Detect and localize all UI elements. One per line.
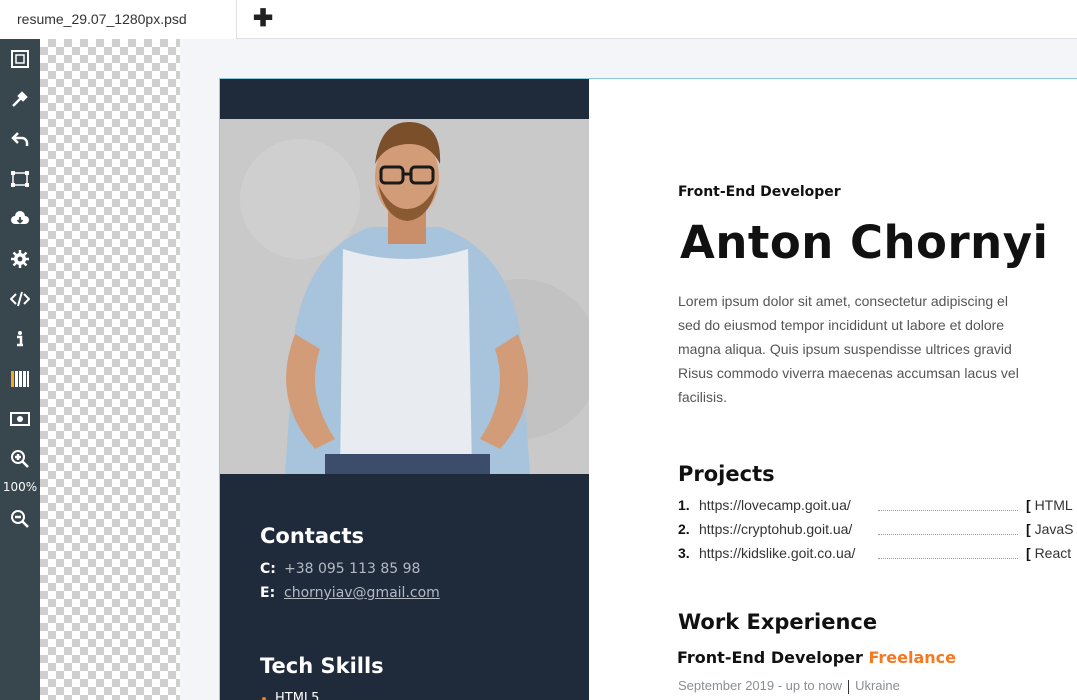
project-tech-label: React (1034, 545, 1072, 561)
project-number: 3. (678, 545, 690, 561)
job-meta: September 2019 - up to now Ukraine (678, 678, 900, 694)
project-url[interactable]: https://lovecamp.goit.ua/ (699, 497, 851, 513)
project-number: 2. (678, 521, 690, 537)
info-icon[interactable] (0, 319, 40, 359)
contact-email: E: chornyiav@gmail.com (260, 585, 440, 601)
transform-icon[interactable] (0, 159, 40, 199)
crop-frame-icon[interactable] (0, 39, 40, 79)
about-text: Lorem ipsum dolor sit amet, consectetur … (678, 289, 1077, 409)
project-tech-label: JavaS (1034, 521, 1074, 537)
code-icon[interactable] (0, 279, 40, 319)
document-tab[interactable]: resume_29.07_1280px.psd (0, 0, 237, 39)
about-line: magna aliqua. Quis ipsum suspendisse ult… (678, 341, 1012, 357)
dotted-leader (878, 510, 1018, 511)
job-company: Freelance (868, 648, 956, 667)
about-line: Lorem ipsum dolor sit amet, consectetur … (678, 293, 1008, 309)
job-heading: Front-End Developer Freelance (677, 648, 956, 667)
job-location: Ukraine (855, 678, 900, 693)
resume-sidebar: Contacts C: +38 095 113 85 98 E: chornyiav… (220, 79, 589, 700)
dotted-leader (878, 558, 1018, 559)
tech-skills-heading: Tech Skills (260, 654, 384, 678)
zoom-level: 100% (2, 480, 38, 494)
project-number: 1. (678, 497, 690, 513)
download-cloud-icon[interactable] (0, 199, 40, 239)
job-title: Front-End Developer (677, 648, 863, 667)
project-row: 2. https://cryptohub.goit.ua/ [ JavaS (678, 521, 1077, 541)
resume-document[interactable]: Contacts C: +38 095 113 85 98 E: chornyiav… (219, 78, 1077, 700)
settings-gear-icon[interactable] (0, 239, 40, 279)
project-tech: [ React (1026, 545, 1072, 561)
project-tech-label: HTML (1034, 497, 1073, 513)
about-line: sed do eiusmod tempor incididunt ut labo… (678, 317, 1005, 333)
zoom-out-icon[interactable] (0, 499, 40, 539)
left-toolbar: 100% (0, 39, 40, 700)
project-tech: [ JavaS (1026, 521, 1074, 537)
projects-heading: Projects (678, 462, 775, 486)
divider (848, 679, 850, 694)
project-url[interactable]: https://kidslike.goit.co.ua/ (699, 545, 855, 561)
eyedropper-icon[interactable] (0, 79, 40, 119)
resume-main: Front-End Developer Anton Chornyi Lorem … (677, 79, 1077, 700)
plus-icon[interactable]: ✚ (251, 6, 275, 32)
layers-stripes-icon[interactable] (0, 359, 40, 399)
money-icon[interactable] (0, 399, 40, 439)
contact-phone: C: +38 095 113 85 98 (260, 561, 420, 577)
skill-item: HTML5 (262, 691, 319, 700)
project-row: 1. https://lovecamp.goit.ua/ [ HTML (678, 497, 1077, 517)
profile-photo (220, 119, 589, 474)
email-link[interactable]: chornyiav@gmail.com (284, 585, 440, 601)
contact-key: E: (260, 585, 276, 601)
undo-icon[interactable] (0, 119, 40, 159)
project-tech: [ HTML (1026, 497, 1073, 513)
job-period: September 2019 - up to now (678, 678, 843, 693)
job-role: Front-End Developer (678, 184, 841, 200)
contacts-heading: Contacts (260, 524, 364, 548)
project-row: 3. https://kidslike.goit.co.ua/ [ React (678, 545, 1077, 565)
project-url[interactable]: https://cryptohub.goit.ua/ (699, 521, 852, 537)
transparency-grid (40, 39, 180, 700)
dotted-leader (878, 534, 1018, 535)
phone-value: +38 095 113 85 98 (284, 561, 421, 577)
contact-key: C: (260, 561, 276, 577)
tab-bar: resume_29.07_1280px.psd ✚ (0, 0, 1077, 39)
work-experience-heading: Work Experience (678, 610, 878, 634)
about-line: facilisis. (678, 389, 728, 405)
zoom-in-icon[interactable] (0, 439, 40, 479)
about-line: Risus commodo viverra maecenas accumsan … (678, 365, 1019, 381)
person-name: Anton Chornyi (680, 216, 1049, 269)
canvas-workspace[interactable]: Contacts C: +38 095 113 85 98 E: chornyiav… (40, 39, 1077, 700)
